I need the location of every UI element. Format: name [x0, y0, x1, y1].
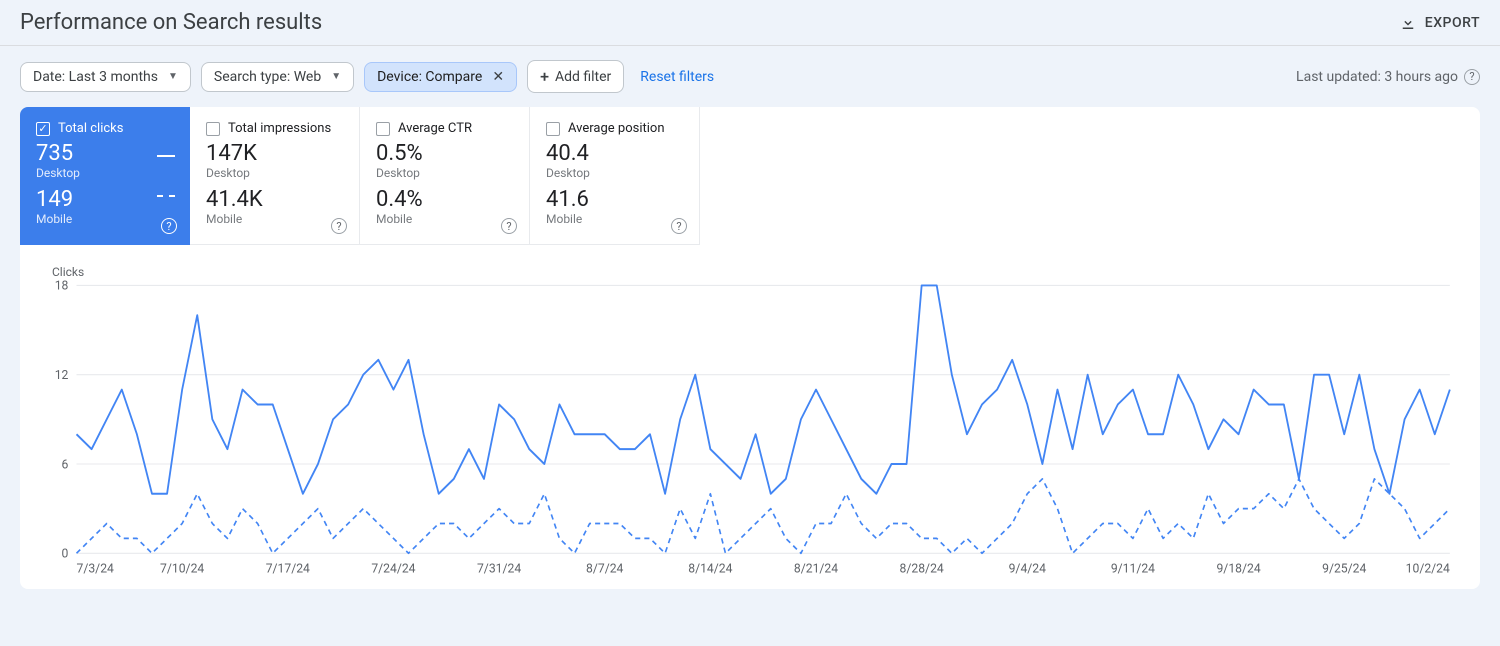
export-label: EXPORT [1425, 15, 1480, 31]
last-updated: Last updated: 3 hours ago ? [1296, 69, 1480, 85]
svg-text:8/7/24: 8/7/24 [586, 562, 623, 577]
chevron-down-icon: ▼ [331, 71, 341, 82]
page-title: Performance on Search results [20, 10, 322, 35]
svg-text:12: 12 [55, 368, 69, 383]
help-icon[interactable]: ? [331, 218, 347, 235]
metric-card-average-position[interactable]: Average position40.4Desktop41.6Mobile? [530, 107, 700, 245]
metric-cards: Total clicks735Desktop149Mobile?Total im… [20, 107, 1480, 245]
chart-y-label: Clicks [52, 265, 1460, 279]
close-icon[interactable]: ✕ [492, 69, 504, 85]
svg-text:7/17/24: 7/17/24 [266, 562, 310, 577]
plus-icon: + [540, 67, 549, 86]
help-icon[interactable]: ? [1464, 69, 1480, 85]
help-icon[interactable]: ? [161, 218, 177, 235]
svg-text:6: 6 [62, 457, 69, 472]
filter-date[interactable]: Date: Last 3 months▼ [20, 62, 191, 92]
svg-text:7/3/24: 7/3/24 [77, 562, 114, 577]
checkbox-icon [206, 122, 220, 136]
svg-text:8/21/24: 8/21/24 [794, 562, 838, 577]
metric-card-total-clicks[interactable]: Total clicks735Desktop149Mobile? [20, 107, 190, 245]
reset-filters[interactable]: Reset filters [640, 69, 714, 85]
download-icon [1399, 14, 1417, 32]
svg-text:7/10/24: 7/10/24 [160, 562, 204, 577]
svg-text:8/28/24: 8/28/24 [900, 562, 944, 577]
series-indicator-dashed [157, 195, 175, 197]
help-icon[interactable]: ? [501, 218, 517, 235]
filter-bar: Date: Last 3 months▼ Search type: Web▼ D… [0, 46, 1500, 107]
filter-device[interactable]: Device: Compare✕ [364, 62, 517, 92]
svg-text:9/11/24: 9/11/24 [1111, 562, 1155, 577]
series-desktop [77, 286, 1450, 494]
checkbox-icon [546, 122, 560, 136]
metric-card-total-impressions[interactable]: Total impressions147KDesktop41.4KMobile? [190, 107, 360, 245]
svg-text:10/2/24: 10/2/24 [1406, 562, 1450, 577]
series-indicator-solid [157, 155, 175, 157]
svg-text:0: 0 [62, 547, 69, 562]
export-button[interactable]: EXPORT [1399, 14, 1480, 32]
chevron-down-icon: ▼ [168, 71, 178, 82]
svg-text:9/25/24: 9/25/24 [1322, 562, 1366, 577]
add-filter-button[interactable]: +Add filter [527, 60, 624, 93]
filter-search-type[interactable]: Search type: Web▼ [201, 62, 354, 92]
svg-text:7/24/24: 7/24/24 [371, 562, 415, 577]
svg-text:9/18/24: 9/18/24 [1216, 562, 1260, 577]
help-icon[interactable]: ? [671, 218, 687, 235]
svg-text:8/14/24: 8/14/24 [688, 562, 732, 577]
checkbox-icon [376, 122, 390, 136]
clicks-chart: 0 6 12 18 7/3/24 7/10/24 7/17/24 7/24/24 7/31/24… [40, 279, 1460, 579]
series-mobile [77, 479, 1450, 553]
svg-text:7/31/24: 7/31/24 [477, 562, 521, 577]
performance-panel: Total clicks735Desktop149Mobile?Total im… [20, 107, 1480, 589]
checkbox-icon [36, 122, 50, 136]
metric-card-average-ctr[interactable]: Average CTR0.5%Desktop0.4%Mobile? [360, 107, 530, 245]
svg-text:9/4/24: 9/4/24 [1009, 562, 1046, 577]
svg-text:18: 18 [55, 279, 69, 294]
